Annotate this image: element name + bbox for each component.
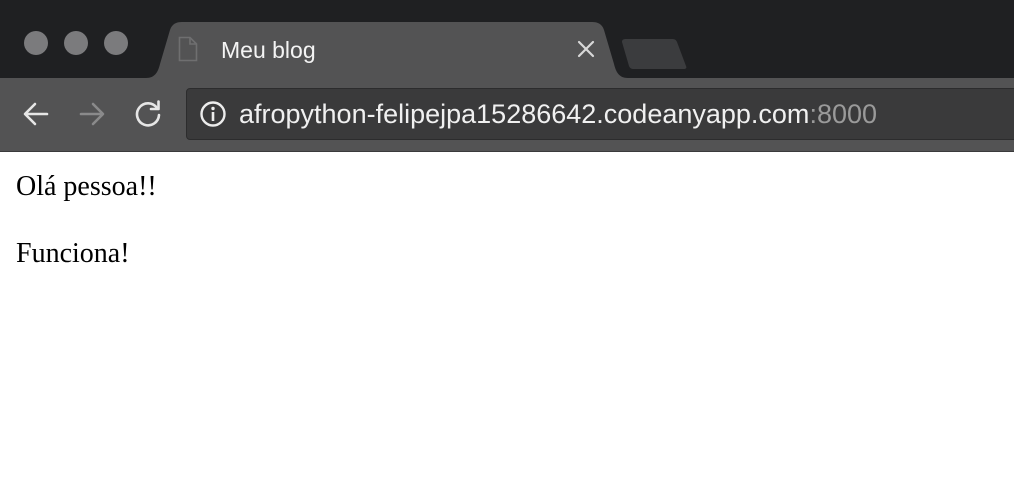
tab-background [146,22,628,78]
maximize-window-button[interactable] [104,31,128,55]
document-icon [178,36,198,62]
arrow-left-icon[interactable] [19,97,53,131]
browser-tab-active[interactable]: Meu blog [146,22,628,78]
page-content: Olá pessoa!! Funciona! [0,152,1014,492]
address-bar[interactable]: afropython-felipejpa15286642.codeanyapp.… [186,88,1014,140]
tab-title: Meu blog [221,37,316,63]
close-window-button[interactable] [24,31,48,55]
browser-toolbar: afropython-felipejpa15286642.codeanyapp.… [0,78,1014,152]
info-icon[interactable] [199,100,227,128]
url-host: afropython-felipejpa15286642.codeanyapp.… [239,99,810,129]
browser-titlebar: Meu blog [0,0,1014,78]
arrow-right-icon[interactable] [75,97,109,131]
url-port: :8000 [809,99,878,129]
paragraph-status: Funciona! [16,238,130,269]
reload-icon[interactable] [131,97,165,131]
address-url[interactable]: afropython-felipejpa15286642.codeanyapp.… [239,99,877,129]
close-icon[interactable] [574,37,598,61]
paragraph-greeting: Olá pessoa!! [16,171,157,202]
new-tab-button[interactable] [620,38,688,70]
minimize-window-button[interactable] [64,31,88,55]
